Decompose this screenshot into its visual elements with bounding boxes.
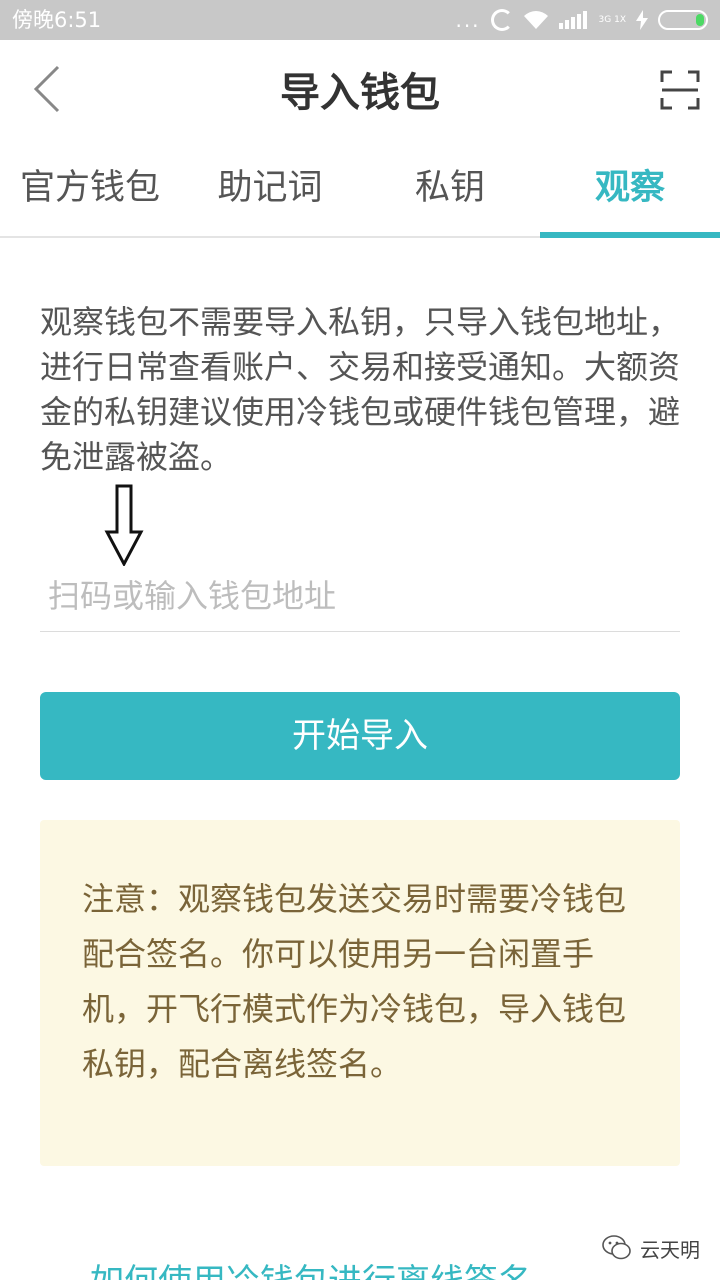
- status-icons: ... 3G 1X: [455, 6, 708, 34]
- status-time: 傍晚6:51: [12, 8, 102, 32]
- status-bar: 傍晚6:51 ... 3G 1X: [0, 0, 720, 40]
- app-bar: 导入钱包: [0, 40, 720, 138]
- notice-text: 注意：观察钱包发送交易时需要冷钱包配合签名。你可以使用另一台闲置手机，开飞行模式…: [82, 880, 627, 1083]
- wifi-icon: [523, 10, 549, 30]
- battery-icon: [658, 10, 708, 30]
- page-title: 导入钱包: [280, 70, 440, 116]
- import-tabs: 官方钱包 助记词 私钥 观察: [0, 138, 720, 238]
- active-tab-indicator: [540, 232, 720, 238]
- start-import-button[interactable]: 开始导入: [40, 692, 680, 780]
- watermark-label: 云天明: [640, 1237, 700, 1262]
- tab-mnemonic[interactable]: 助记词: [180, 158, 360, 218]
- wallet-address-input[interactable]: [40, 560, 680, 632]
- network-label: 3G 1X: [598, 15, 626, 25]
- notice-box: 注意：观察钱包发送交易时需要冷钱包配合签名。你可以使用另一台闲置手机，开飞行模式…: [40, 820, 680, 1166]
- battery-level: [696, 14, 704, 26]
- down-arrow-icon: [104, 484, 144, 568]
- watermark: 云天明: [602, 1232, 700, 1264]
- more-dots: ...: [455, 8, 481, 32]
- charging-icon: [636, 10, 648, 30]
- watch-wallet-description: 观察钱包不需要导入私钥，只导入钱包地址，进行日常查看账户、交易和接受通知。大额资…: [40, 303, 681, 476]
- scan-icon: [660, 70, 700, 110]
- tab-watch[interactable]: 观察: [540, 158, 720, 218]
- scan-button[interactable]: [660, 70, 700, 110]
- tab-private-key[interactable]: 私钥: [360, 158, 540, 218]
- wechat-icon: [602, 1235, 631, 1260]
- tab-official-wallet[interactable]: 官方钱包: [0, 158, 180, 218]
- sync-icon: [490, 9, 513, 31]
- signal-icon: [558, 11, 589, 29]
- cold-wallet-signing-link[interactable]: 如何使用冷钱包进行离线签名: [90, 1262, 532, 1280]
